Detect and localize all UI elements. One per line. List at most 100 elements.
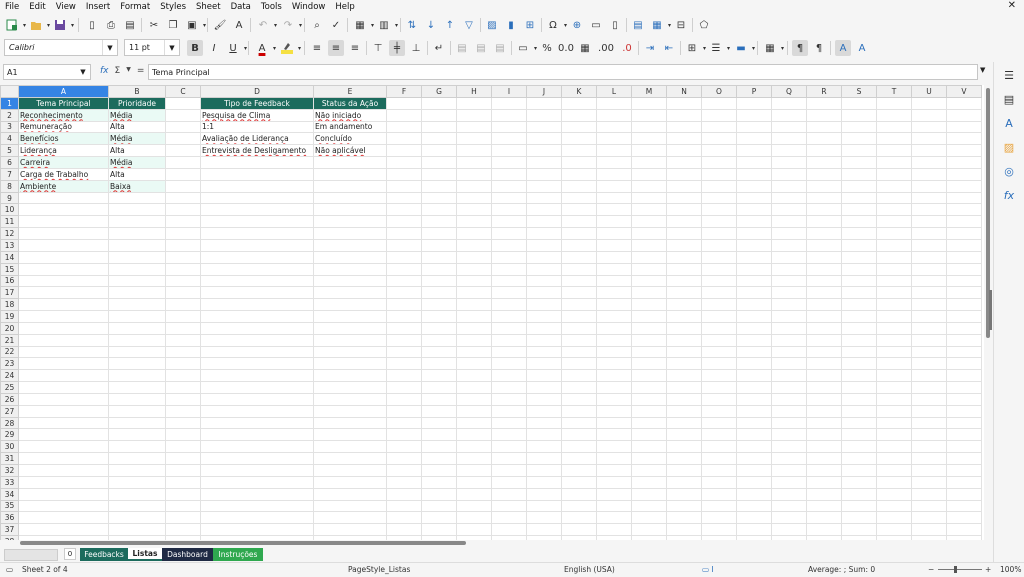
row-header[interactable]: 1 xyxy=(0,96,19,110)
cell[interactable] xyxy=(666,167,702,181)
cell[interactable] xyxy=(771,132,807,146)
cell[interactable] xyxy=(386,404,422,418)
cell[interactable] xyxy=(386,310,422,323)
cell[interactable] xyxy=(200,404,314,418)
cell[interactable] xyxy=(841,286,877,300)
cell[interactable] xyxy=(666,132,702,146)
cell[interactable] xyxy=(526,238,562,252)
cell[interactable] xyxy=(18,203,109,217)
cell[interactable] xyxy=(313,203,387,217)
cell[interactable] xyxy=(806,262,842,276)
cell[interactable] xyxy=(421,262,457,276)
cell[interactable] xyxy=(841,475,877,489)
cell[interactable] xyxy=(631,262,667,276)
cell[interactable] xyxy=(456,274,492,288)
cell[interactable] xyxy=(946,156,982,169)
cell[interactable] xyxy=(313,215,387,229)
cell[interactable] xyxy=(946,96,982,110)
cell[interactable] xyxy=(421,381,457,394)
cell[interactable] xyxy=(631,238,667,252)
freeze-rows-columns-icon[interactable]: ▦ xyxy=(649,17,671,33)
column-header-u[interactable]: U xyxy=(911,85,947,98)
cell[interactable] xyxy=(313,381,387,394)
cell[interactable] xyxy=(631,511,667,525)
cell[interactable] xyxy=(456,440,492,454)
column-header-g[interactable]: G xyxy=(421,85,457,98)
cell[interactable] xyxy=(108,357,166,371)
cell[interactable] xyxy=(108,321,166,335)
cell[interactable] xyxy=(526,144,562,158)
cell[interactable] xyxy=(806,452,842,465)
cell[interactable] xyxy=(421,167,457,181)
cell[interactable] xyxy=(491,511,527,525)
cell[interactable] xyxy=(701,96,737,110)
cell[interactable] xyxy=(946,428,982,442)
cell[interactable] xyxy=(491,286,527,300)
cell[interactable] xyxy=(421,333,457,347)
cell[interactable] xyxy=(421,286,457,300)
cell[interactable] xyxy=(876,156,912,169)
cell[interactable] xyxy=(806,523,842,537)
cell[interactable] xyxy=(165,357,201,371)
cell[interactable] xyxy=(561,108,597,122)
cell[interactable] xyxy=(386,191,422,205)
cell[interactable] xyxy=(806,274,842,288)
cell[interactable] xyxy=(631,108,667,122)
cell[interactable] xyxy=(421,345,457,359)
cell[interactable] xyxy=(200,511,314,525)
cell[interactable] xyxy=(386,321,422,335)
cell[interactable] xyxy=(386,250,422,264)
cell[interactable] xyxy=(736,191,772,205)
cell[interactable] xyxy=(313,392,387,406)
cell[interactable] xyxy=(491,475,527,489)
cell[interactable] xyxy=(561,179,597,193)
cell[interactable] xyxy=(561,345,597,359)
cell[interactable] xyxy=(526,428,562,442)
column-header-o[interactable]: O xyxy=(701,85,737,98)
cell[interactable] xyxy=(946,381,982,394)
cell[interactable] xyxy=(165,475,201,489)
cell[interactable] xyxy=(666,144,702,158)
sum-icon[interactable]: Σ xyxy=(115,66,121,76)
cell[interactable] xyxy=(165,404,201,418)
paste-icon[interactable]: ▣ xyxy=(184,17,206,33)
cell[interactable] xyxy=(313,167,387,181)
cell[interactable] xyxy=(841,96,877,110)
cell[interactable]: Carga de Trabalho xyxy=(18,167,109,181)
cell[interactable] xyxy=(561,523,597,537)
cell[interactable] xyxy=(18,274,109,288)
cell[interactable] xyxy=(666,96,702,110)
cell[interactable] xyxy=(165,274,201,288)
cell[interactable] xyxy=(18,345,109,359)
cell[interactable] xyxy=(666,452,702,465)
cell[interactable] xyxy=(596,215,632,229)
cell[interactable] xyxy=(200,345,314,359)
find-replace-icon[interactable]: ⌕ xyxy=(309,17,325,33)
cell[interactable] xyxy=(421,499,457,513)
cell[interactable] xyxy=(806,238,842,252)
row-header[interactable]: 9 xyxy=(0,191,19,205)
cell[interactable] xyxy=(561,250,597,264)
cell[interactable] xyxy=(911,487,947,501)
font-name-box[interactable]: Calibri ▼ xyxy=(4,39,118,56)
cell[interactable] xyxy=(108,298,166,312)
left-to-right-icon[interactable]: ¶ xyxy=(792,40,808,56)
cell[interactable] xyxy=(771,416,807,430)
cell[interactable] xyxy=(526,357,562,371)
cell[interactable] xyxy=(526,132,562,146)
undo-icon[interactable]: ↶ xyxy=(255,17,277,33)
cell[interactable] xyxy=(631,464,667,477)
cell[interactable] xyxy=(771,96,807,110)
cell[interactable] xyxy=(421,144,457,158)
cell[interactable] xyxy=(165,416,201,430)
cell[interactable] xyxy=(841,167,877,181)
cell[interactable] xyxy=(631,96,667,110)
cell[interactable] xyxy=(806,156,842,169)
insert-chart-icon[interactable]: ▮ xyxy=(503,17,519,33)
cell[interactable] xyxy=(200,167,314,181)
cell[interactable] xyxy=(561,144,597,158)
cell[interactable] xyxy=(736,499,772,513)
row-header[interactable]: 30 xyxy=(0,440,19,454)
cell[interactable] xyxy=(456,487,492,501)
cell[interactable] xyxy=(421,203,457,217)
